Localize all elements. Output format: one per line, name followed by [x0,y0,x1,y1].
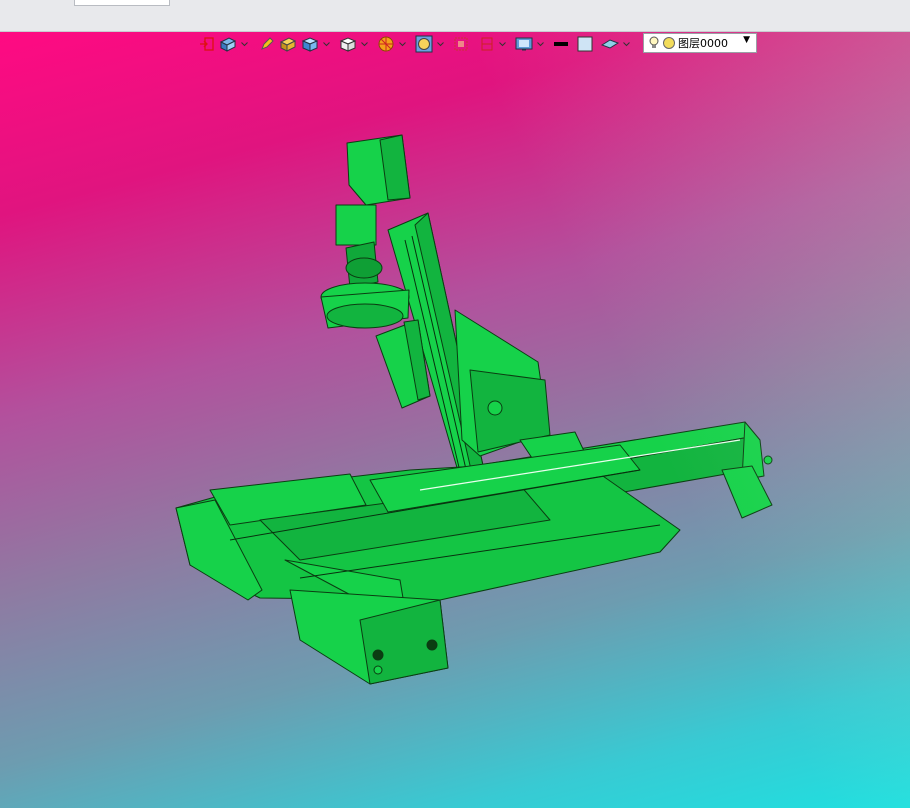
dropdown-arrow-icon[interactable]: ▼ [743,35,750,45]
chevron-down-icon[interactable] [436,34,444,54]
sun-icon[interactable] [662,36,676,50]
view-orientation-icon[interactable] [218,34,238,54]
view-toolbar [198,33,630,55]
line-black-icon[interactable] [552,34,570,54]
chevron-down-icon[interactable] [536,34,544,54]
chevron-down-icon[interactable] [498,34,506,54]
display-settings-icon[interactable] [514,34,534,54]
chevron-down-icon[interactable] [322,34,330,54]
layer-select[interactable]: 图层0000 ▼ [643,33,757,53]
zoom-circle-icon[interactable] [414,34,434,54]
box-solid-icon[interactable] [278,34,298,54]
pen-icon[interactable] [258,34,276,54]
chevron-down-icon[interactable] [398,34,406,54]
ribbon-input-fragment[interactable] [74,0,170,6]
fit-view-icon[interactable] [452,34,470,54]
wireframe-cube-icon[interactable] [338,34,358,54]
layer-name: 图层0000 [678,37,728,50]
surface-icon[interactable] [600,34,620,54]
lightbulb-icon[interactable] [649,36,659,50]
cad-assembly-model[interactable] [0,32,910,808]
fill-lightblue-icon[interactable] [576,34,594,54]
chevron-down-icon[interactable] [622,34,630,54]
exit-sketch-icon[interactable] [198,34,216,54]
3d-viewport[interactable] [0,32,910,808]
chevron-down-icon[interactable] [240,34,248,54]
shaded-cube-icon[interactable] [300,34,320,54]
chevron-down-icon[interactable] [360,34,368,54]
section-color-icon[interactable] [376,34,396,54]
application-top-bar [0,0,910,32]
clip-plane-icon[interactable] [478,34,496,54]
